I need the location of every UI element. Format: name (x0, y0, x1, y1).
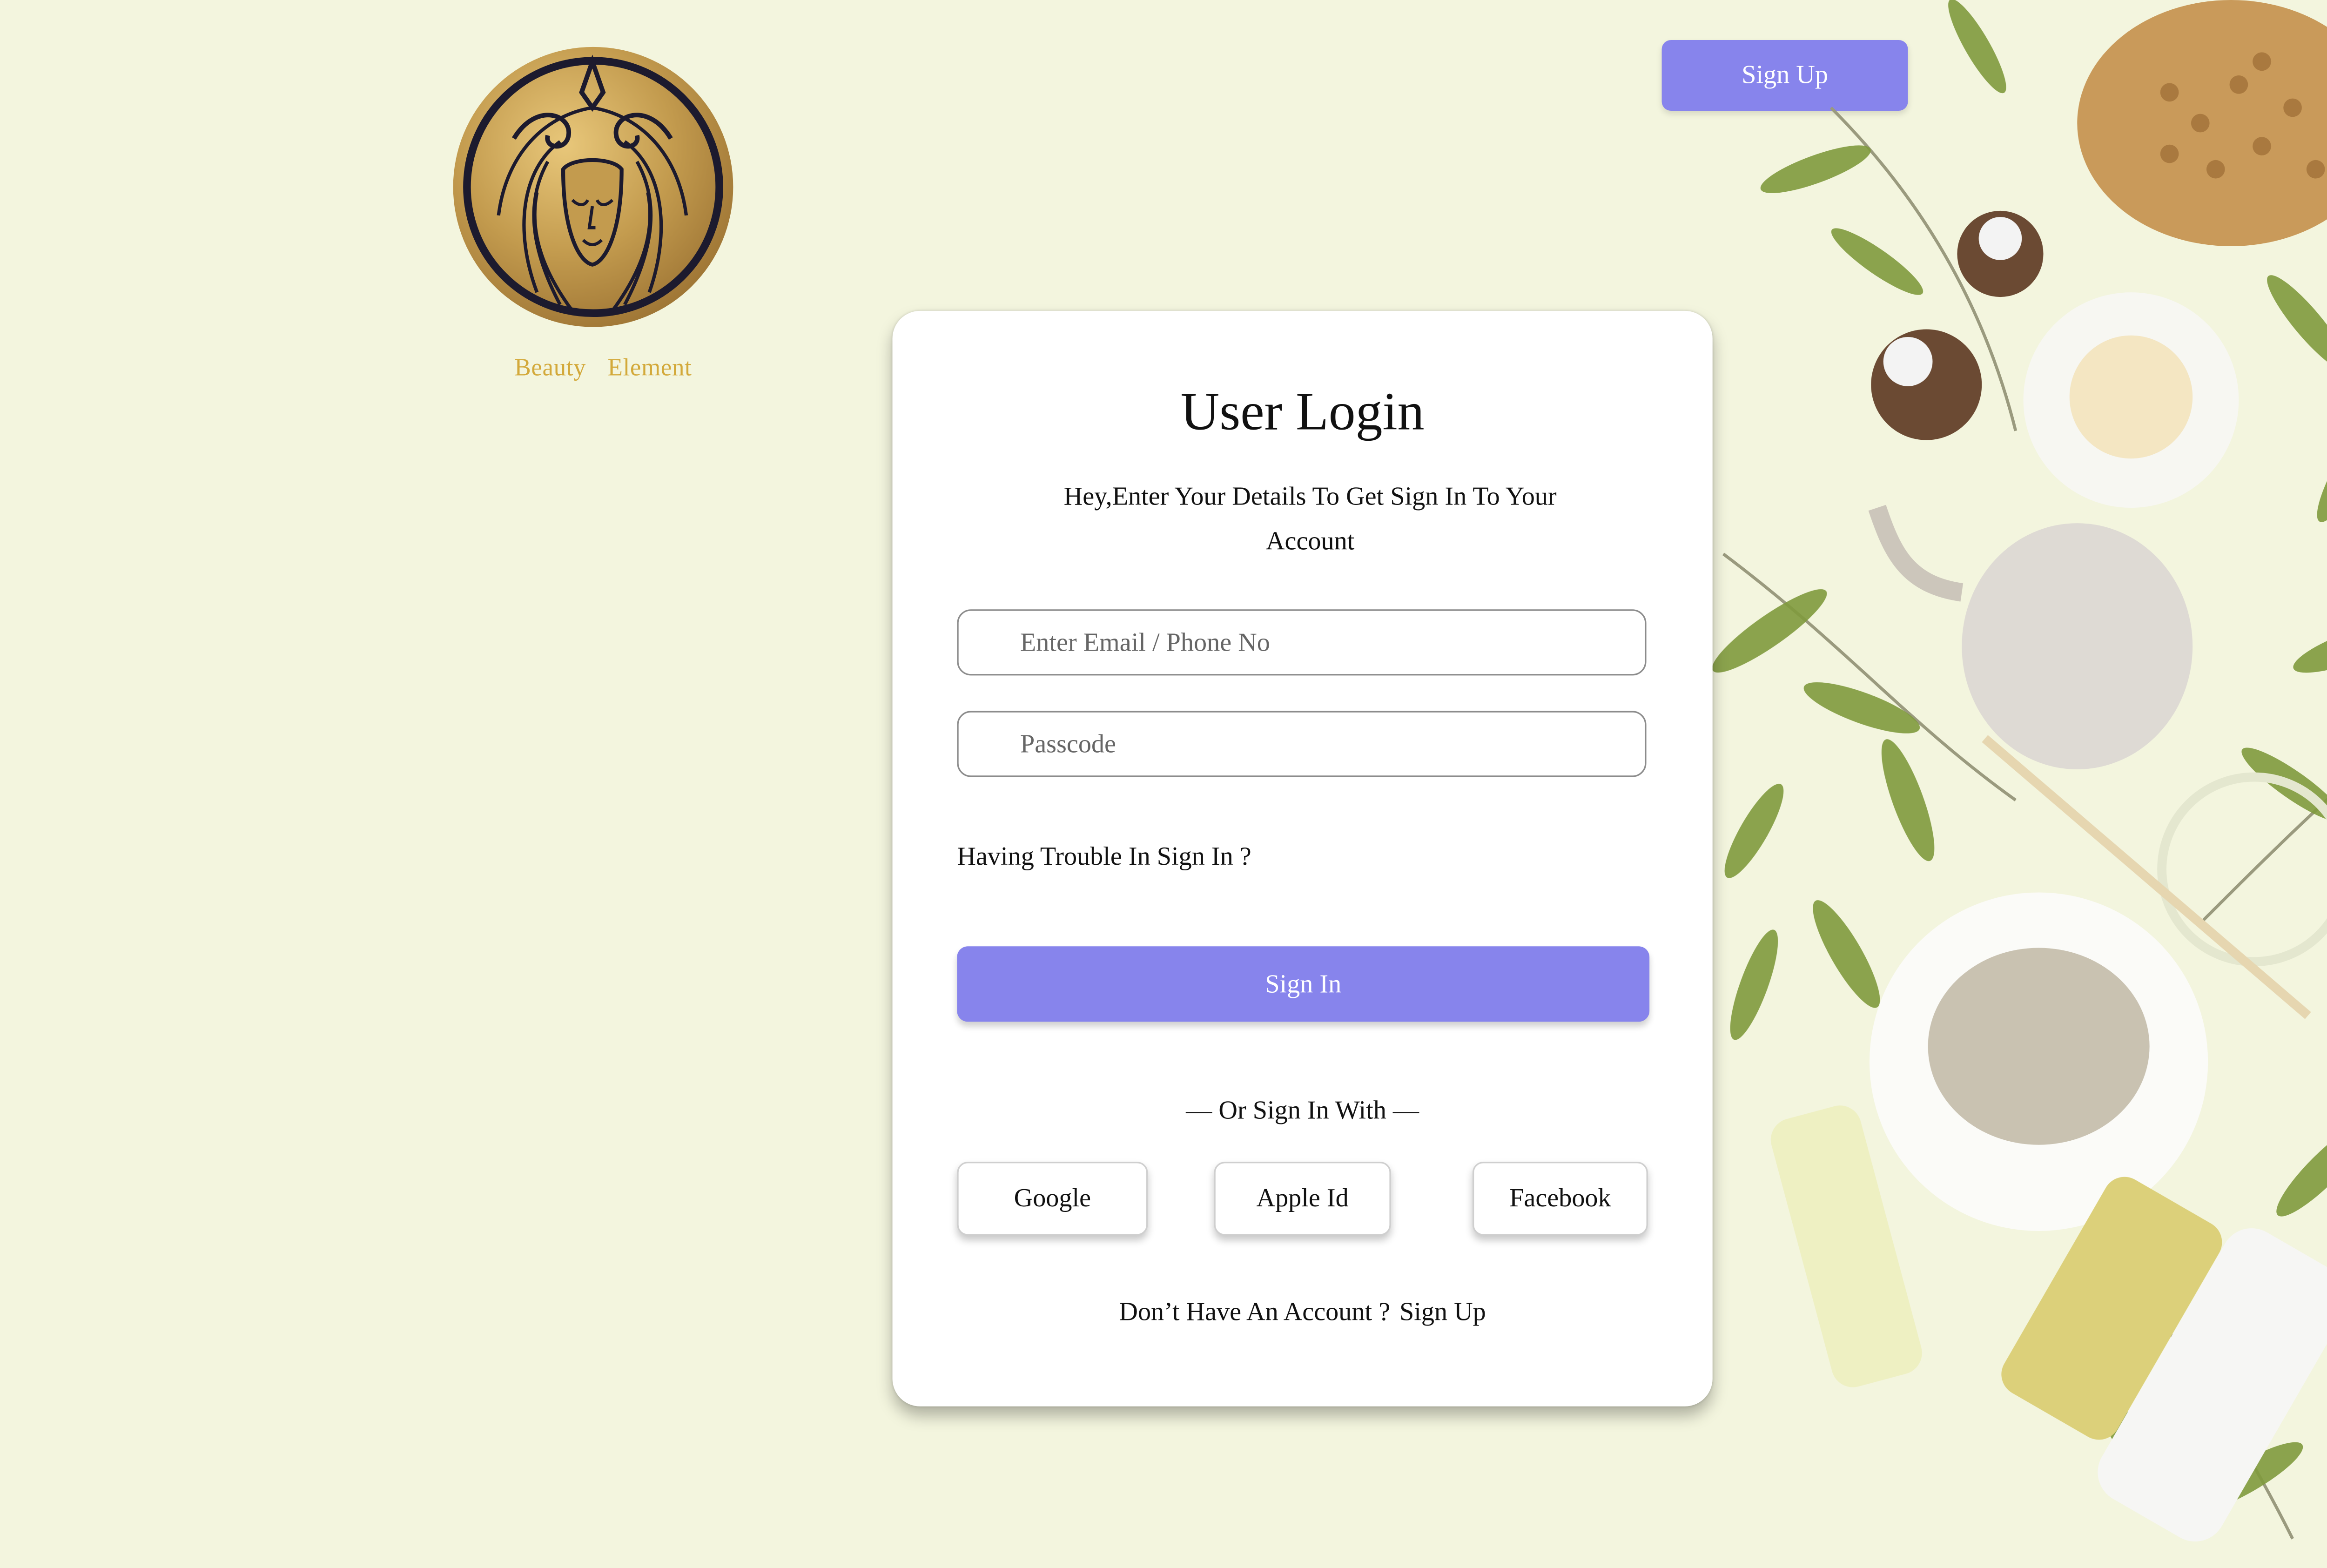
google-signin-button[interactable]: Google (957, 1162, 1148, 1236)
email-phone-input[interactable] (957, 609, 1647, 676)
apple-id-signin-button[interactable]: Apple Id (1214, 1162, 1391, 1236)
page: Beauty Element Sign Up User Login Hey,En… (0, 0, 2327, 1560)
brand-name: Beauty Element (462, 356, 745, 384)
brand-word-beauty: Beauty (514, 355, 586, 382)
trouble-signing-in-link[interactable]: Having Trouble In Sign In ? (957, 841, 1251, 872)
brand-word-element: Element (607, 355, 692, 382)
login-card: User Login Hey,Enter Your Details To Get… (892, 310, 1713, 1406)
passcode-input[interactable] (957, 711, 1647, 777)
sign-in-button[interactable]: Sign In (957, 946, 1650, 1022)
signup-prompt: Don’t Have An Account ? Sign Up (893, 1297, 1713, 1328)
no-account-text: Don’t Have An Account ? (1119, 1297, 1391, 1326)
facebook-signin-button[interactable]: Facebook (1472, 1162, 1648, 1236)
spa-products-illustration-icon (1708, 0, 2327, 1560)
login-subtitle: Hey,Enter Your Details To Get Sign In To… (1063, 481, 1557, 556)
page-title: User Login (1180, 381, 1425, 442)
goddess-face-logo-icon (452, 46, 734, 328)
social-divider: — Or Sign In With — (1186, 1095, 1419, 1125)
signup-link[interactable]: Sign Up (1399, 1297, 1486, 1326)
